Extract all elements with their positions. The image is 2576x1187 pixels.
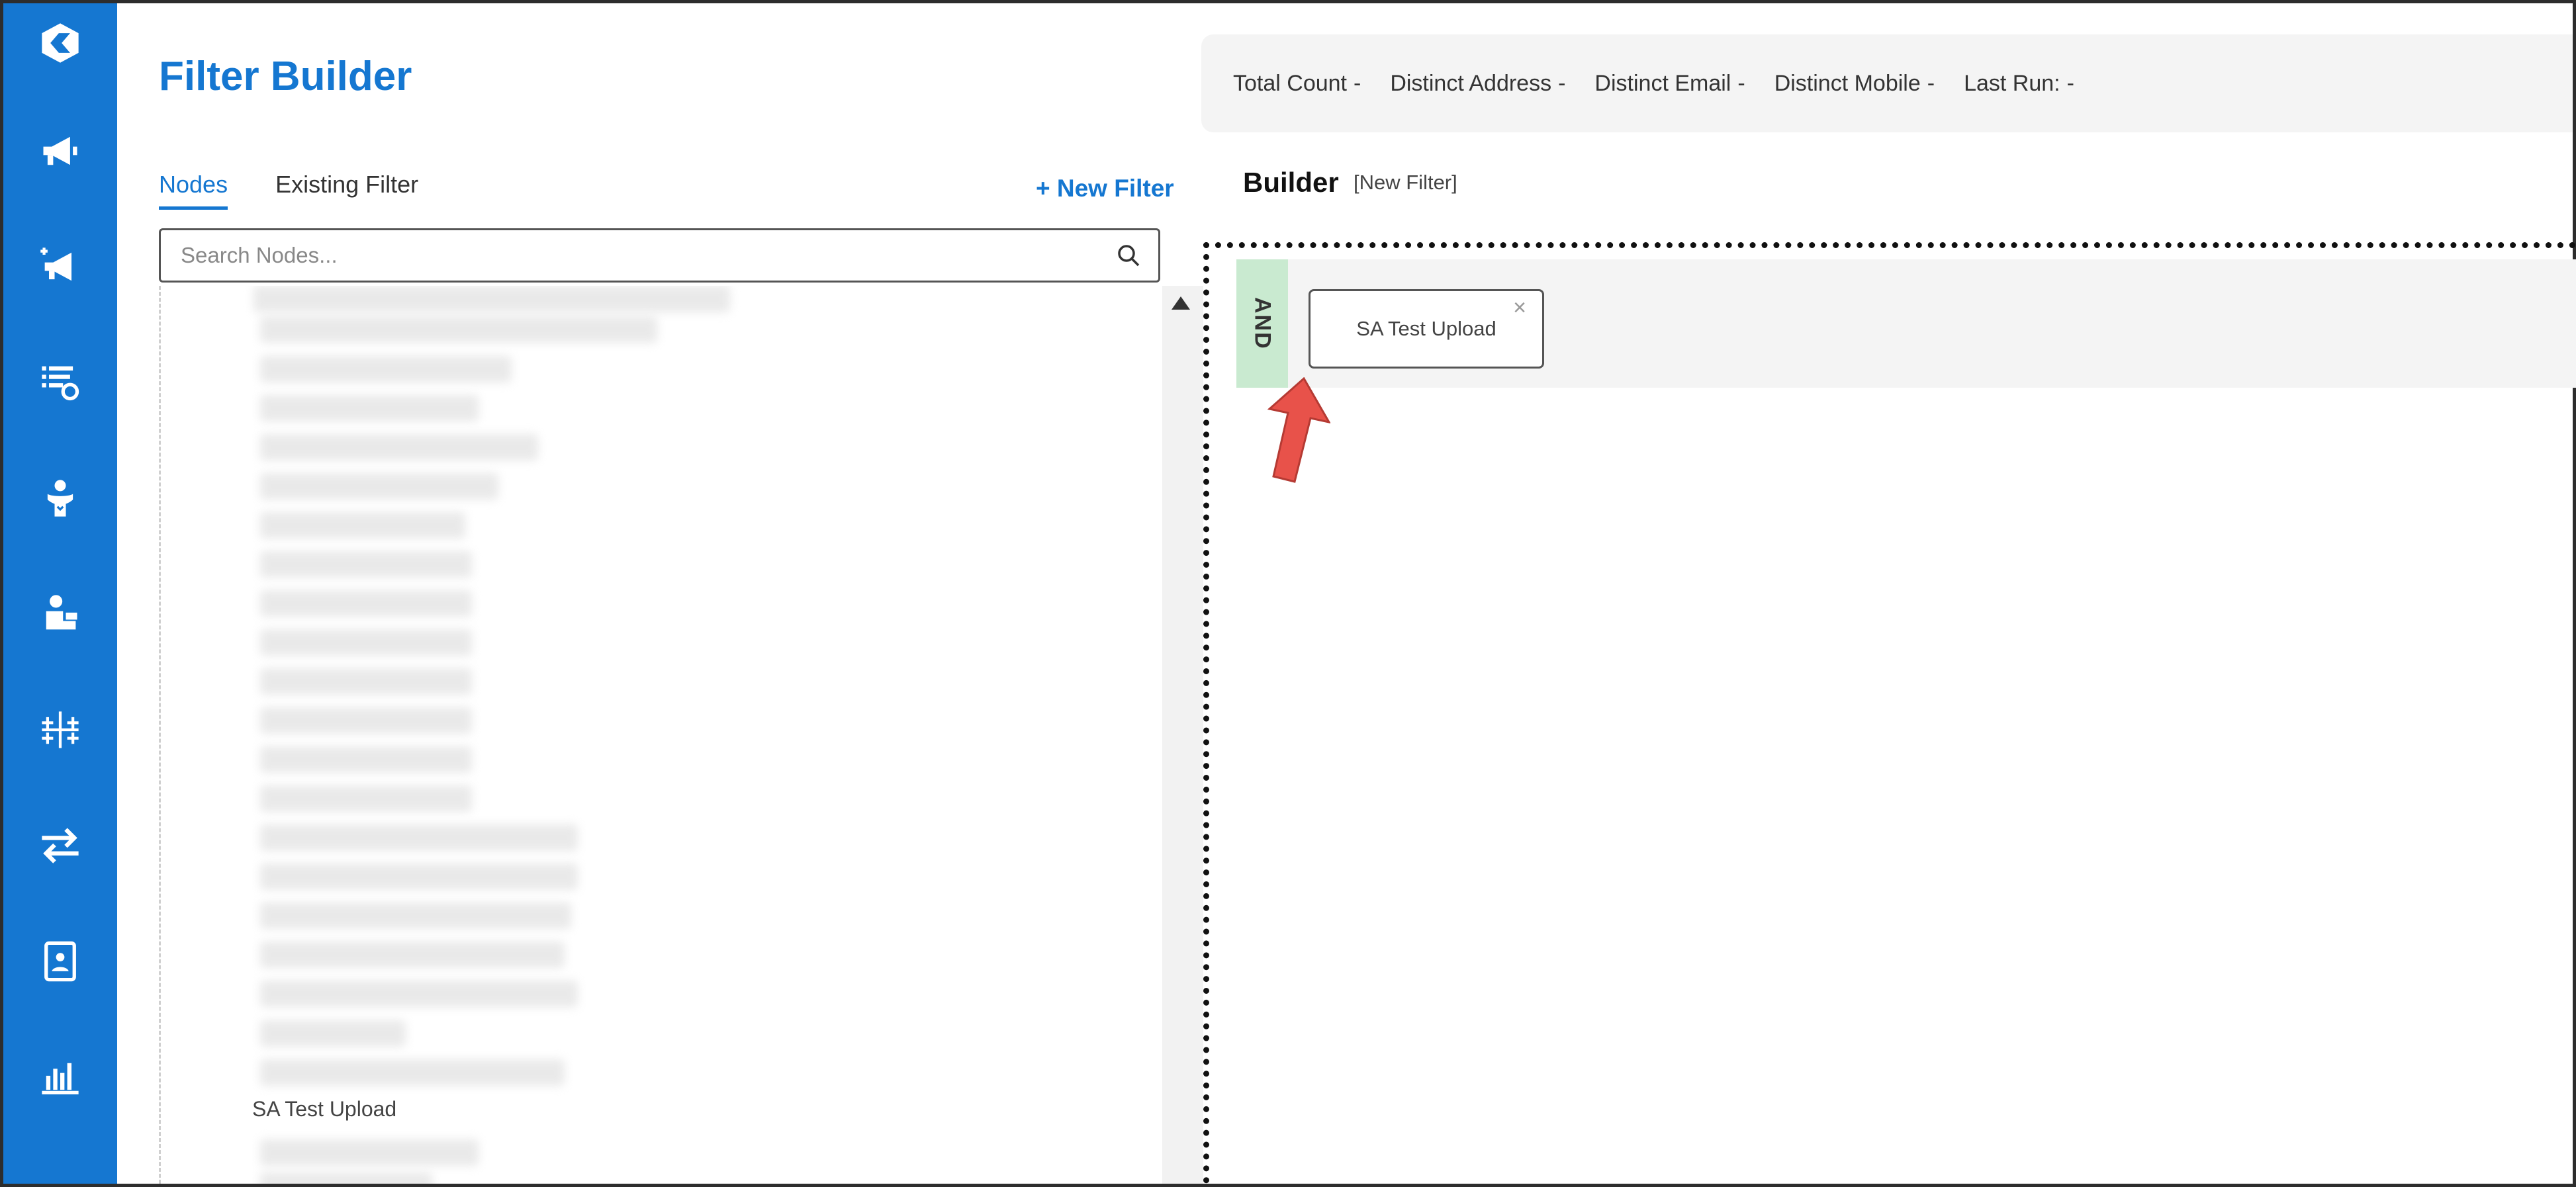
person-laptop-icon[interactable] [34,588,87,640]
megaphone-add-icon[interactable] [34,240,87,293]
page-title: Filter Builder [159,54,412,99]
list-item[interactable] [260,981,578,1007]
list-item[interactable] [260,629,472,656]
logo-icon[interactable] [34,17,87,69]
network-icon[interactable] [34,703,87,756]
red-arrow-icon [1267,377,1330,483]
contact-card-icon[interactable] [34,935,87,988]
list-item[interactable] [260,473,498,500]
stat-distinct-email: Distinct Email - [1594,70,1745,96]
and-operator-tag[interactable]: AND [1236,259,1288,388]
stat-last-run: Last Run: - [1964,70,2074,96]
stat-distinct-address: Distinct Address - [1390,70,1566,96]
list-item[interactable]: SA Test Upload [252,1097,396,1121]
node-list: SA Test Upload [159,286,1160,1184]
person-heart-icon[interactable] [34,472,87,525]
condition-label: SA Test Upload [1356,317,1496,340]
close-icon[interactable]: × [1513,295,1526,321]
list-item[interactable] [260,785,472,812]
megaphone-icon[interactable] [34,124,87,177]
builder-subtitle: [New Filter] [1354,171,1457,194]
stat-distinct-mobile: Distinct Mobile - [1774,70,1935,96]
list-item[interactable] [260,902,571,929]
tab-nodes[interactable]: Nodes [159,171,228,210]
bar-chart-icon[interactable] [34,1051,87,1104]
list-item[interactable] [260,434,538,461]
tab-existing-filter[interactable]: Existing Filter [275,171,418,210]
list-item[interactable] [260,942,565,968]
list-item[interactable] [260,863,578,890]
list-settings-icon[interactable] [34,355,87,408]
builder-title: Builder [1243,167,1339,198]
scroll-up-arrow-icon[interactable] [1172,296,1190,310]
sidebar [3,3,117,1184]
list-item[interactable] [260,1020,406,1047]
list-item[interactable] [260,1059,565,1086]
stat-total-count: Total Count - [1233,70,1361,96]
list-item[interactable] [260,551,472,578]
list-item[interactable] [260,590,472,617]
list-item[interactable] [260,316,657,343]
list-item[interactable] [260,668,472,695]
search-box [159,228,1160,283]
transfer-arrows-icon[interactable] [34,818,87,871]
scrollbar[interactable] [1162,286,1203,1184]
list-item[interactable] [260,512,465,539]
list-item[interactable] [260,824,578,851]
list-item[interactable] [260,1139,479,1166]
stats-bar: Total Count - Distinct Address - Distinct … [1201,34,2573,132]
left-tabs: Nodes Existing Filter [159,171,418,210]
list-item[interactable] [260,707,472,734]
list-item[interactable] [260,356,512,382]
search-input[interactable] [161,243,1099,268]
list-item[interactable] [260,395,479,421]
condition-chip[interactable]: SA Test Upload × [1309,289,1544,369]
list-item[interactable] [260,746,472,773]
search-icon[interactable] [1099,232,1158,279]
list-item[interactable] [253,286,730,312]
new-filter-button[interactable]: + New Filter [1036,175,1174,202]
list-item[interactable] [260,1172,432,1184]
